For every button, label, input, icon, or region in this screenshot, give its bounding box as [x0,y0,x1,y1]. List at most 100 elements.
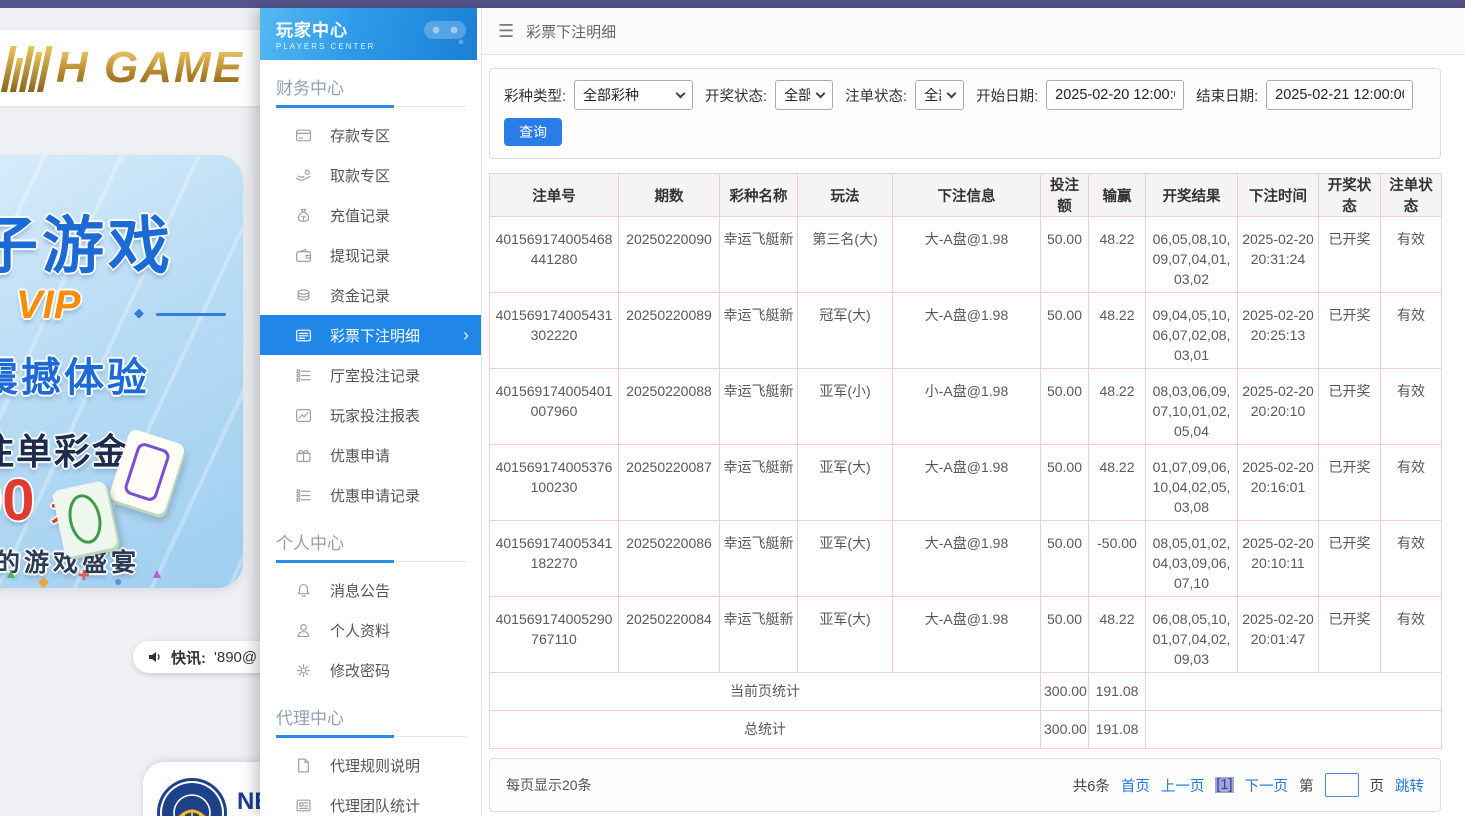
cell: 大-A盘@1.98 [893,293,1041,369]
bet-status-select[interactable]: 全部 [915,80,964,110]
start-date-label: 开始日期: [976,85,1038,106]
site-logo[interactable]: H GAME [6,43,244,93]
cell: 已开奖 [1319,521,1381,597]
column-header: 投注额 [1041,174,1089,217]
start-date-input[interactable] [1046,80,1184,110]
cell: 有效 [1381,445,1442,521]
funds-record-icon [295,287,312,304]
page-title: 彩票下注明细 [526,21,616,42]
sidebar-item[interactable]: 充值记录 [260,195,481,235]
cell: 幸运飞艇新 [720,445,798,521]
withdraw-record-icon [295,247,312,264]
sidebar-item[interactable]: 存款专区 [260,115,481,155]
table-row: 40156917400537610023020250220087幸运飞艇新亚军(… [490,445,1442,521]
promo-record-icon [295,487,312,504]
cell: 冠军(大) [798,293,893,369]
sidebar-item-label: 个人资料 [330,620,390,641]
cell: 有效 [1381,217,1442,293]
cell: 大-A盘@1.98 [893,521,1041,597]
cell: 已开奖 [1319,217,1381,293]
sidebar-item[interactable]: 个人资料 [260,610,481,650]
cell: 有效 [1381,293,1442,369]
next-page-link[interactable]: 下一页 [1245,775,1289,796]
cell: 有效 [1381,369,1442,445]
banner-vip-text: VIP [16,283,80,328]
column-header: 注单号 [490,174,619,217]
withdraw-hand-icon [295,167,312,184]
browser-top-strip [0,0,1465,8]
profile-person-icon [295,622,312,639]
chevron-right-icon: › [463,326,469,344]
hamburger-menu-icon[interactable]: ☰ [498,21,514,42]
draw-status-select[interactable]: 全部 [775,80,833,110]
summary-row: 总统计300.00191.08 [490,711,1442,749]
promo-apply-icon [295,447,312,464]
cell: 大-A盘@1.98 [893,597,1041,673]
search-button[interactable]: 查询 [504,118,562,146]
cell: 20250220089 [619,293,720,369]
sidebar-item[interactable]: 玩家投注报表 [260,395,481,435]
cell: 48.22 [1089,293,1146,369]
sidebar-section-title: 个人中心 [276,529,465,562]
sidebar-item[interactable]: 取款专区 [260,155,481,195]
promo-banner[interactable]: 子游戏 VIP ◆ 震撼体验 注单彩金 00 元 样的游戏盛宴 ✚ ● ▲ ◆ … [0,155,243,588]
sidebar-item-label: 存款专区 [330,125,390,146]
jump-page-input[interactable] [1325,773,1359,797]
sidebar-item[interactable]: 修改密码 [260,650,481,690]
sidebar-item[interactable]: 厅室投注记录 [260,355,481,395]
sidebar-item[interactable]: 消息公告 [260,570,481,610]
bet-status-select-wrap: 全部 [915,80,964,110]
team-logo-icon [157,778,227,816]
sidebar-item-label: 充值记录 [330,205,390,226]
end-date-input[interactable] [1266,80,1413,110]
sidebar-item-label: 资金记录 [330,285,390,306]
main-area: ☰ 彩票下注明细 彩种类型: 全部彩种 开奖状态: 全部 注单状态: [482,8,1465,816]
cell: 20250220087 [619,445,720,521]
first-page-link[interactable]: 首页 [1121,775,1150,796]
prev-page-link[interactable]: 上一页 [1161,775,1205,796]
sidebar-item[interactable]: 提现记录 [260,235,481,275]
cell: 幸运飞艇新 [720,369,798,445]
banner-line3: 震撼体验 [0,345,150,403]
lottery-type-select[interactable]: 全部彩种 [574,80,693,110]
sidebar-item[interactable]: 优惠申请记录 [260,475,481,515]
column-header: 下注信息 [893,174,1041,217]
sidebar-item[interactable]: 优惠申请 [260,435,481,475]
diamond-icon: ◆ [134,305,144,321]
cell: 2025-02-20 20:10:11 [1238,521,1319,597]
cell: 50.00 [1041,521,1089,597]
cell: 亚军(大) [798,521,893,597]
sidebar-item[interactable]: 代理规则说明 [260,745,481,785]
cell: 401569174005468441280 [490,217,619,293]
cell: 有效 [1381,521,1442,597]
bet-status-label: 注单状态: [845,85,907,106]
sidebar-item[interactable]: 代理团队统计 [260,785,481,816]
sidebar-item-label: 提现记录 [330,245,390,266]
sidebar-item-label: 厅室投注记录 [330,365,420,386]
sidebar-item-label: 玩家投注报表 [330,405,420,426]
cell: 2025-02-20 20:31:24 [1238,217,1319,293]
sidebar-item[interactable]: 彩票下注明细› [260,315,481,355]
table-row: 40156917400540100796020250220088幸运飞艇新亚军(… [490,369,1442,445]
column-header: 输赢 [1089,174,1146,217]
total-count-text: 共6条 [1073,775,1110,796]
summary-empty [1146,673,1442,711]
sidebar-section-title: 财务中心 [276,74,465,107]
sidebar: 玩家中心 PLAYERS CENTER 财务中心存款专区取款专区充值记录提现记录… [260,8,482,816]
column-header: 注单状态 [1381,174,1442,217]
cell: 有效 [1381,597,1442,673]
cell: 08,05,01,02,04,03,09,06,07,10 [1146,521,1238,597]
news-ticker-label: 快讯: [171,647,206,668]
table-row: 40156917400529076711020250220084幸运飞艇新亚军(… [490,597,1442,673]
sidebar-item[interactable]: 资金记录 [260,275,481,315]
cell: 幸运飞艇新 [720,521,798,597]
sidebar-nav: 财务中心存款专区取款专区充值记录提现记录资金记录彩票下注明细› 厅室投注记录玩家投… [260,74,481,816]
current-page-indicator: [1] [1215,777,1233,793]
cell: 50.00 [1041,369,1089,445]
gamepad-icon [423,16,467,51]
cell: 48.22 [1089,597,1146,673]
banner-divider-line [156,313,226,316]
sidebar-item-label: 代理团队统计 [330,795,420,816]
cell: 48.22 [1089,217,1146,293]
jump-button[interactable]: 跳转 [1395,775,1424,796]
